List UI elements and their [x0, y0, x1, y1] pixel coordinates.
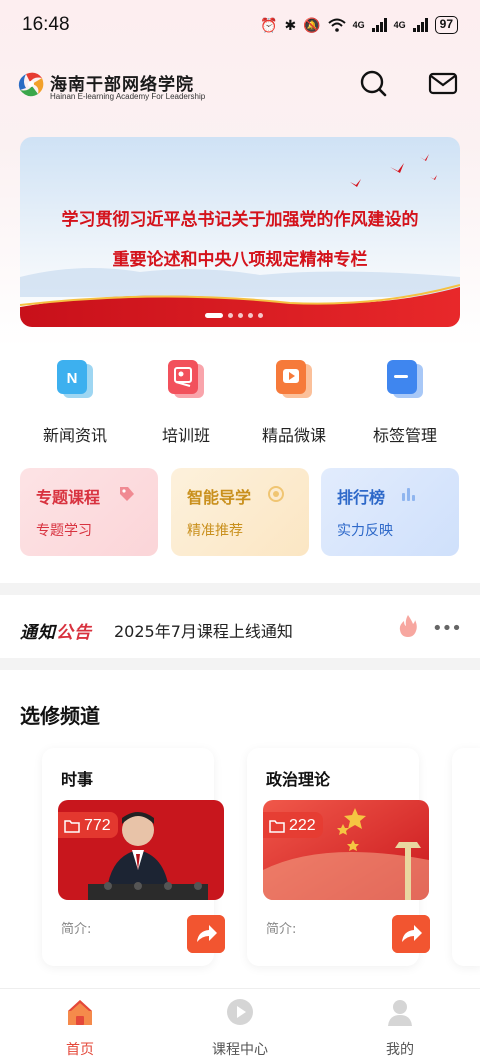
- home-icon: [68, 1000, 92, 1025]
- feature-card-smart-guide[interactable]: 智能导学 精准推荐: [171, 468, 309, 556]
- carousel-dot[interactable]: [238, 313, 243, 318]
- tab-label: 我的: [386, 1042, 414, 1058]
- notice-tag: 通知公告: [20, 618, 92, 643]
- training-icon: [168, 360, 204, 398]
- wifi-icon: [327, 18, 346, 32]
- channel-name: 时事: [61, 770, 94, 789]
- tag-icon: [120, 487, 134, 501]
- feature-card-ranking[interactable]: 排行榜 实力反映: [321, 468, 459, 556]
- notice-tag-part1: 通知: [20, 623, 56, 643]
- fire-icon: [399, 615, 417, 637]
- battery-indicator: 97: [434, 16, 458, 34]
- search-icon[interactable]: [358, 68, 388, 98]
- section-title: 选修频道: [20, 704, 100, 728]
- quick-link-tags[interactable]: 标签管理: [350, 355, 460, 446]
- quick-link-label: 标签管理: [372, 426, 437, 445]
- network-label-1: 4G: [352, 20, 365, 30]
- card-subtitle: 实力反映: [337, 523, 393, 539]
- mail-icon[interactable]: [428, 68, 458, 98]
- status-icons: ⏰ ✱ 🔕 4G 4G 97: [260, 16, 458, 34]
- bottom-tab-bar: 首页 课程中心 我的: [0, 988, 480, 1058]
- share-icon[interactable]: [392, 915, 430, 953]
- tab-mine[interactable]: 我的: [340, 997, 460, 1058]
- banner-background: [20, 137, 460, 327]
- tag-icon: [387, 360, 423, 398]
- signal-icon: [412, 18, 428, 32]
- status-bar: 16:48 ⏰ ✱ 🔕 4G 4G 97: [0, 0, 480, 50]
- channel-card-current-affairs[interactable]: 时事 772 简介:: [42, 748, 225, 966]
- status-time: 16:48: [22, 14, 70, 35]
- banner-title-line1: 学习贯彻习近平总书记关于加强党的作风建设的: [61, 210, 419, 230]
- network-label-2: 4G: [393, 20, 406, 30]
- quick-link-microcourse[interactable]: 精品微课: [239, 355, 349, 446]
- quick-link-label: 新闻资讯: [42, 426, 107, 445]
- section-divider: [0, 658, 480, 670]
- channel-name: 政治理论: [266, 770, 331, 789]
- signal-icon: [371, 18, 387, 32]
- carousel-dot-active[interactable]: [205, 313, 223, 318]
- target-icon: [268, 486, 284, 502]
- share-icon[interactable]: [187, 915, 225, 953]
- news-icon: N: [57, 360, 93, 398]
- bar-chart-icon: [402, 488, 415, 501]
- section-divider: [0, 583, 480, 595]
- feature-cards: 专题课程 专题学习 智能导学 精准推荐 排行榜 实力反映: [0, 468, 480, 558]
- quick-link-news[interactable]: N 新闻资讯: [20, 355, 130, 446]
- academy-logo-icon: [18, 72, 44, 97]
- card-title: 专题课程: [36, 488, 101, 507]
- channel-count-badge: 222: [263, 812, 323, 838]
- user-icon: [388, 1000, 412, 1026]
- carousel-indicator: [205, 313, 263, 318]
- card-title: 排行榜: [337, 488, 386, 507]
- feature-card-topic-course[interactable]: 专题课程 专题学习: [20, 468, 158, 556]
- quick-links: N 新闻资讯 培训班 精品微课 标签管理: [0, 355, 480, 445]
- channel-desc: 简介:: [266, 922, 297, 937]
- carousel-dot[interactable]: [248, 313, 253, 318]
- card-subtitle: 专题学习: [36, 523, 92, 539]
- notice-bar[interactable]: 通知公告 2025年7月课程上线通知 •••: [0, 596, 480, 658]
- tab-label: 首页: [66, 1042, 94, 1058]
- more-icon[interactable]: •••: [432, 618, 462, 639]
- banner-carousel[interactable]: 学习贯彻习近平总书记关于加强党的作风建设的 重要论述和中央八项规定精神专栏: [20, 137, 460, 327]
- tab-label: 课程中心: [212, 1042, 268, 1058]
- card-subtitle: 精准推荐: [187, 523, 243, 539]
- notice-text[interactable]: 2025年7月课程上线通知: [114, 618, 293, 642]
- app-header: 海南干部网络学院 Hainan E-learning Academy For L…: [0, 62, 480, 110]
- folder-icon: [64, 820, 80, 833]
- banner-title-line2: 重要论述和中央八项规定精神专栏: [112, 250, 368, 270]
- play-icon: [227, 999, 253, 1025]
- channel-desc: 简介:: [61, 922, 92, 937]
- channel-image: 222: [263, 800, 429, 900]
- mute-icon: 🔕: [303, 16, 321, 33]
- quick-link-training[interactable]: 培训班: [131, 355, 241, 446]
- card-title: 智能导学: [187, 488, 252, 507]
- channel-card-next[interactable]: [452, 748, 480, 966]
- carousel-dot[interactable]: [228, 313, 233, 318]
- channel-count: 222: [289, 817, 316, 834]
- folder-icon: [269, 820, 285, 833]
- alarm-icon: ⏰: [260, 16, 278, 33]
- carousel-dot[interactable]: [258, 313, 263, 318]
- quick-link-label: 培训班: [161, 426, 210, 445]
- tab-home[interactable]: 首页: [20, 997, 140, 1058]
- notice-tag-part2: 公告: [56, 623, 92, 643]
- brand-subtitle: Hainan E-learning Academy For Leadership: [50, 92, 206, 101]
- channel-count: 772: [84, 817, 111, 834]
- channel-card-political-theory[interactable]: 政治理论 222 简介:: [247, 748, 430, 966]
- bluetooth-icon: ✱: [284, 16, 297, 33]
- channel-count-badge: 772: [58, 812, 118, 838]
- tab-course-center[interactable]: 课程中心: [180, 997, 300, 1058]
- video-course-icon: [276, 360, 312, 398]
- channel-image: 772: [58, 800, 224, 900]
- quick-link-label: 精品微课: [261, 426, 326, 445]
- svg-text:N: N: [67, 370, 78, 387]
